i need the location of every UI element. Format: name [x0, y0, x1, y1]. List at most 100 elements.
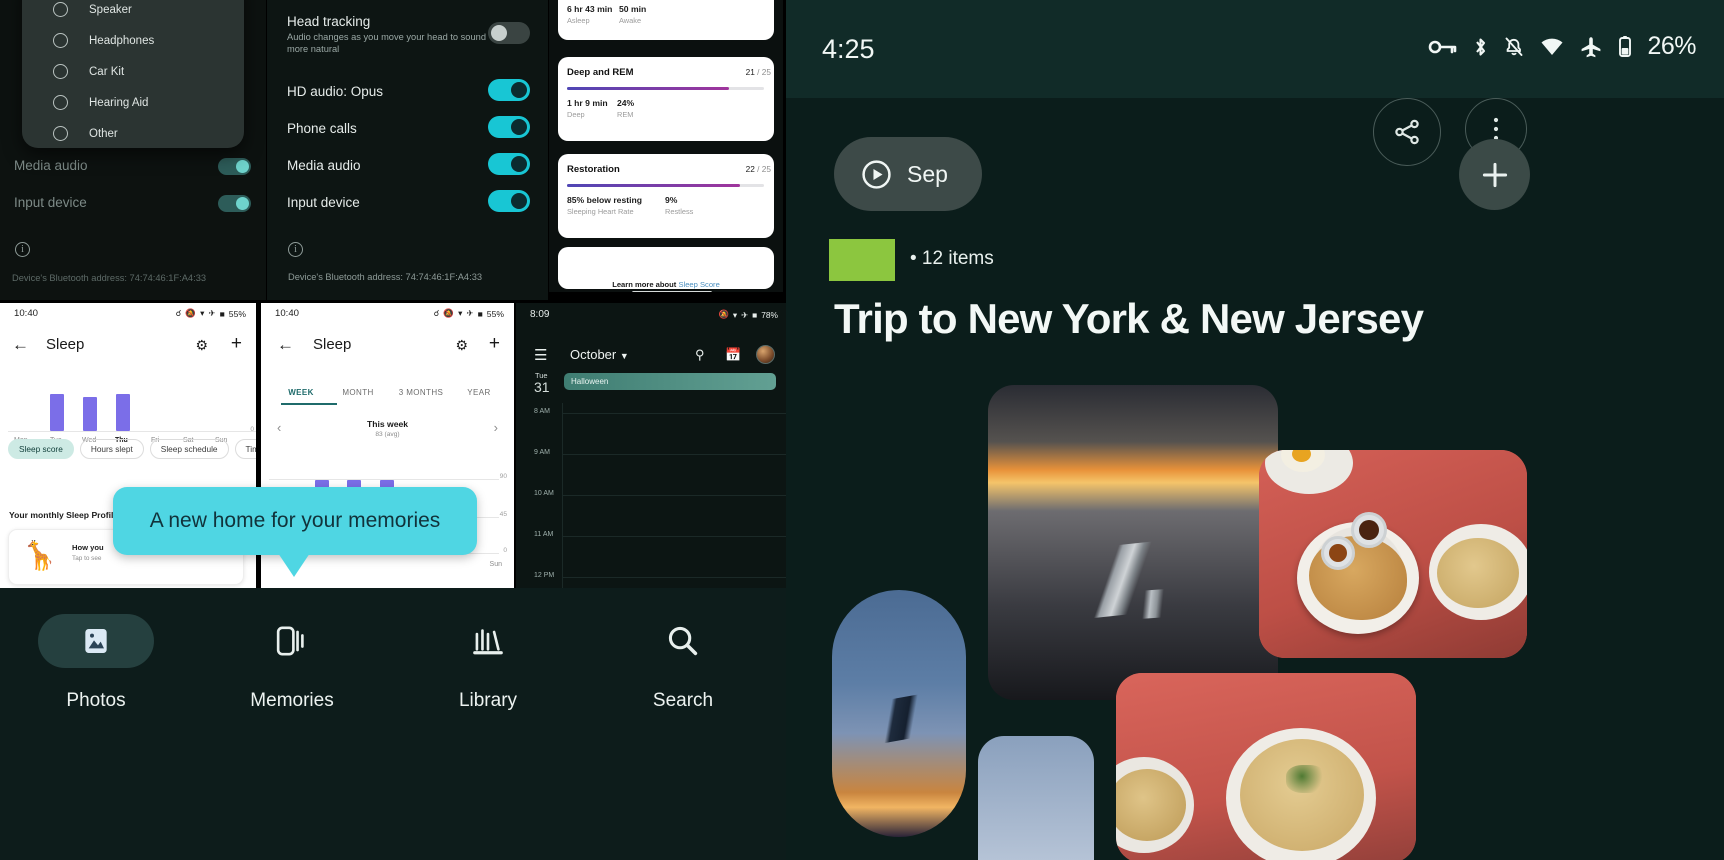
tab-3-months[interactable]: 3 MONTHS	[393, 388, 449, 397]
restless-value: 9%	[665, 195, 678, 205]
deep-rem-progress-track	[567, 87, 764, 91]
bar-thu	[116, 394, 130, 431]
dialog-option-car-kit[interactable]: Car Kit	[22, 56, 244, 87]
hour-line-12pm	[562, 577, 786, 578]
dialog-option-headphones[interactable]: Headphones	[22, 25, 244, 56]
share-button[interactable]	[1373, 98, 1441, 166]
radio-icon	[53, 126, 68, 141]
photos-bottom-nav: Photos Memories Library Search	[0, 588, 786, 860]
input-device-label: Input device	[287, 195, 360, 210]
hour-label-12pm: 12 PM	[534, 572, 555, 579]
left-collage: Media audio Input device i Device's Blue…	[0, 0, 786, 860]
menu-icon[interactable]: ☰	[534, 346, 547, 364]
photo-airplane-window-partial[interactable]	[978, 736, 1094, 860]
wifi-icon: ▾	[458, 308, 463, 318]
photo-indian-breakfast-closeup[interactable]	[1116, 673, 1416, 860]
photo-airplane-wing-sunset[interactable]	[988, 385, 1278, 700]
dialog-option-other[interactable]: Other	[22, 118, 244, 149]
head-tracking-subtitle: Audio changes as you move your head to s…	[287, 32, 486, 54]
search-icon[interactable]: ⚲	[695, 347, 705, 363]
phone-calls-label: Phone calls	[287, 121, 357, 136]
radio-icon	[53, 33, 68, 48]
add-icon[interactable]: +	[231, 333, 242, 355]
avatar[interactable]	[756, 345, 775, 364]
chart-axis	[8, 431, 256, 432]
nav-item-library[interactable]: Library	[408, 614, 568, 712]
notifications-off-icon	[1506, 37, 1523, 56]
next-range-icon[interactable]: ›	[494, 420, 498, 435]
nav-label-photos: Photos	[66, 690, 126, 711]
bluetooth-icon	[1476, 37, 1486, 56]
dialog-option-speaker[interactable]: Speaker	[22, 0, 244, 25]
head-tracking-toggle[interactable]	[488, 22, 530, 44]
chip-sleep-schedule[interactable]: Sleep schedule	[149, 439, 229, 459]
learn-more-row[interactable]: Learn more about Sleep Score	[549, 280, 783, 289]
photo-detail	[1107, 586, 1199, 622]
nav-item-search[interactable]: Search	[603, 614, 763, 712]
photos-memory-view: 4:25 26% Sep • 12 items Trip to New York…	[786, 0, 1724, 860]
add-icon[interactable]: +	[489, 333, 500, 355]
tab-month[interactable]: MONTH	[335, 388, 381, 397]
notifications-off-icon: 🔕	[443, 308, 455, 318]
y-axis-zero: 0	[250, 426, 254, 433]
input-device-toggle[interactable]	[488, 190, 530, 212]
asleep-label: Asleep	[567, 16, 590, 25]
profile-card-subtitle: Tap to see	[72, 555, 102, 562]
memories-tooltip[interactable]: A new home for your memories	[113, 487, 477, 555]
status-time: 8:09	[530, 309, 550, 320]
month-selector[interactable]: October ▼	[570, 347, 629, 362]
nav-item-memories[interactable]: Memories	[212, 614, 372, 712]
sleep-score-link[interactable]: Sleep Score	[678, 280, 719, 289]
radio-icon	[53, 2, 68, 17]
y-label-0: 0	[503, 547, 507, 554]
tab-week[interactable]: WEEK	[279, 388, 323, 397]
option-label: Hearing Aid	[89, 96, 149, 109]
head-tracking-title: Head tracking	[287, 14, 371, 29]
chip-hours-slept[interactable]: Hours slept	[79, 439, 144, 459]
app-bar: ← Sleep ⚙ +	[261, 327, 514, 365]
gear-icon[interactable]: ⚙	[455, 337, 468, 354]
deep-rem-score: 21 / 25	[746, 67, 771, 77]
add-button[interactable]	[1459, 139, 1530, 210]
back-icon[interactable]: ←	[12, 335, 29, 355]
hour-line-11am	[562, 536, 786, 537]
calendar-icon[interactable]: 📅	[725, 347, 741, 363]
hour-label-8am: 8 AM	[534, 408, 550, 415]
media-audio-toggle[interactable]	[488, 153, 530, 175]
month-play-chip[interactable]: Sep	[834, 137, 982, 211]
phone-calls-toggle[interactable]	[488, 116, 530, 138]
deep-rem-progress-fill	[567, 87, 729, 91]
status-icons: 26%	[1428, 32, 1696, 61]
prev-range-icon[interactable]: ‹	[277, 420, 281, 435]
calendar-event-halloween[interactable]: Halloween	[564, 373, 776, 390]
gear-icon[interactable]: ⚙	[195, 337, 208, 354]
status-bar: 10:40 ☌ 🔕 ▾ ✈ ■ 55%	[261, 303, 514, 327]
dialog-option-hearing-aid[interactable]: Hearing Aid	[22, 87, 244, 118]
range-subtitle: 83 (avg)	[375, 431, 400, 438]
memories-icon	[276, 626, 304, 656]
nav-pill-memories	[234, 614, 350, 668]
battery-icon: ■	[752, 309, 758, 320]
nav-item-photos[interactable]: Photos	[16, 614, 176, 712]
airplane-mode-icon	[1582, 36, 1601, 57]
hd-audio-toggle[interactable]	[488, 79, 530, 101]
back-icon[interactable]: ←	[277, 335, 294, 355]
nav-pill-library	[430, 614, 546, 668]
item-count-label: • 12 items	[910, 248, 994, 269]
photo-detail	[845, 689, 955, 749]
chip-sleep-score[interactable]: Sleep score	[8, 439, 74, 459]
photo-indian-breakfast-red-table[interactable]	[1259, 450, 1527, 658]
month-label: Sep	[907, 160, 948, 187]
photo-airplane-window-dusk[interactable]	[832, 590, 966, 837]
media-audio-toggle-dim[interactable]	[218, 158, 251, 175]
hour-line-10am	[562, 495, 786, 496]
deep-label: Deep	[567, 110, 585, 119]
tab-underline	[281, 403, 337, 406]
restoration-title: Restoration	[567, 164, 620, 175]
chip-time[interactable]: Time	[234, 439, 256, 459]
app-title: Sleep	[313, 336, 352, 353]
asleep-value: 6 hr 43 min	[567, 4, 613, 14]
y-label-45: 45	[499, 511, 507, 518]
input-device-toggle-dim[interactable]	[218, 195, 251, 212]
tab-year[interactable]: YEAR	[461, 388, 497, 397]
